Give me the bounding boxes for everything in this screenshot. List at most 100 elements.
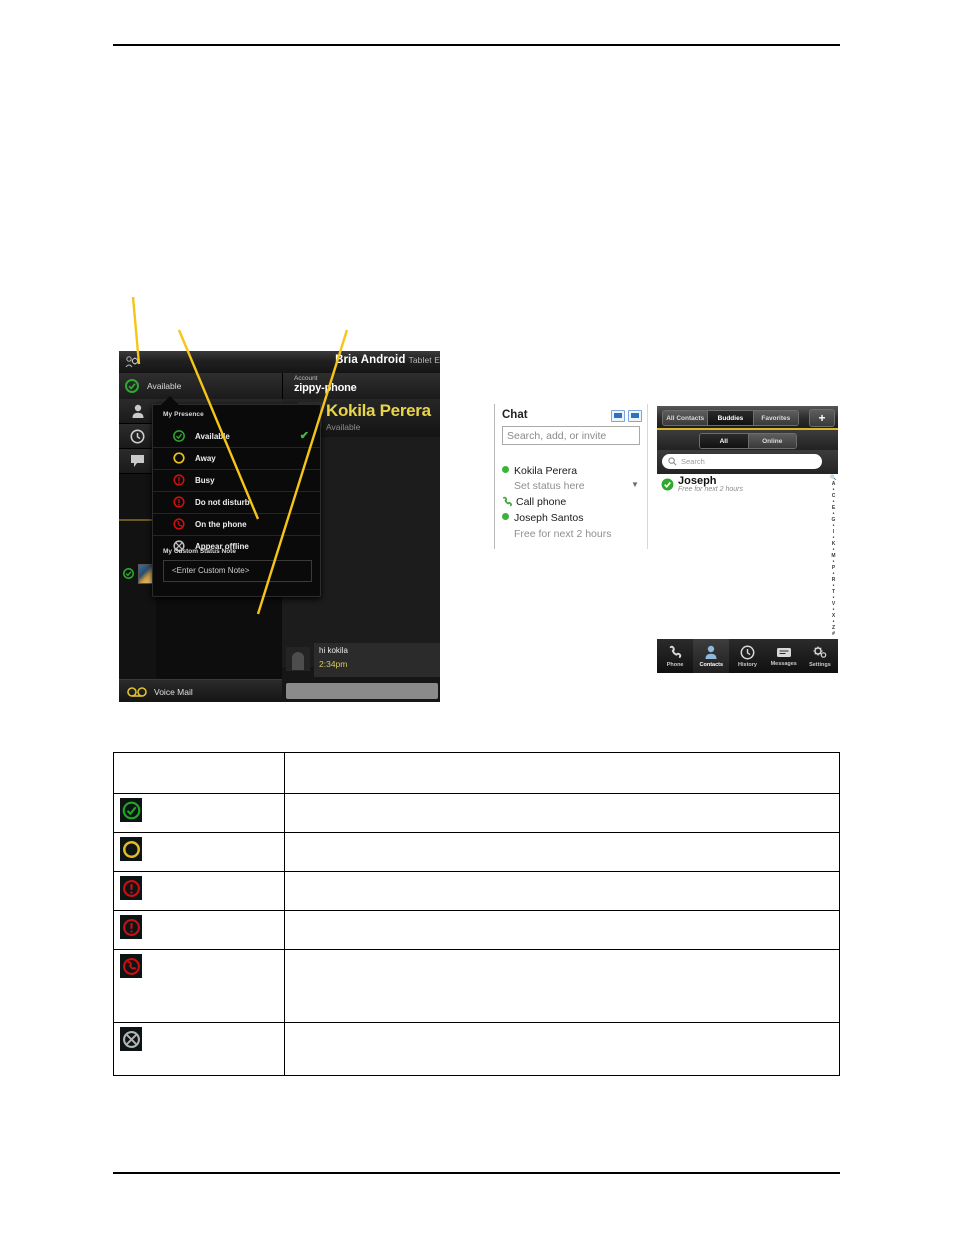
list-item xyxy=(657,495,828,517)
search-icon xyxy=(668,457,677,466)
avatar xyxy=(286,647,310,671)
android-tablet-screenshot: Bria Android Tablet E Available Account z… xyxy=(119,351,440,702)
presence-menu-heading: My Presence xyxy=(163,411,204,418)
tab-favorites[interactable]: Favorites xyxy=(753,411,798,425)
alpha-index-entry[interactable]: # xyxy=(832,631,835,637)
clock-icon xyxy=(740,645,755,659)
busy-red-exclam-icon xyxy=(120,876,142,900)
account-kicker-label: Account xyxy=(294,375,318,382)
table-header-icon-cell xyxy=(113,752,285,794)
presence-dropdown-menu: My Presence Available ✔ Away Busy Do not… xyxy=(152,396,321,597)
rail-contact-entry[interactable] xyxy=(119,559,156,585)
menu-item-do-not-disturb[interactable]: Do not disturb xyxy=(153,491,320,514)
tab-label: Phone xyxy=(666,661,684,668)
list-item[interactable]: Joseph Free for next 2 hours xyxy=(657,474,828,496)
list-item xyxy=(657,600,828,622)
custom-status-note-input[interactable]: <Enter Custom Note> xyxy=(163,560,312,582)
conversation-contact-status: Available xyxy=(326,422,361,432)
chat-contact-status: Free for next 2 hours xyxy=(514,528,612,540)
contacts-segmented-control: All Contacts Buddies Favorites xyxy=(662,410,799,426)
chat-dropdown-button[interactable] xyxy=(611,410,625,422)
legend-desc-cell xyxy=(284,793,840,833)
tab-contacts[interactable]: Contacts xyxy=(693,639,730,673)
tab-phone[interactable]: Phone xyxy=(657,639,693,673)
legend-desc-cell xyxy=(284,949,840,1023)
table-row xyxy=(113,910,840,950)
filter-online[interactable]: Online xyxy=(748,434,796,448)
add-contact-button[interactable]: + xyxy=(809,409,835,427)
available-green-check-icon xyxy=(120,798,142,822)
sidebar-item-messages[interactable] xyxy=(119,449,156,474)
chat-search-placeholder: Search, add, or invite xyxy=(507,430,607,442)
phone-filter-bar: All Online xyxy=(657,430,838,450)
available-green-check-icon xyxy=(123,568,134,579)
search-placeholder: Search xyxy=(681,457,705,466)
chat-bubble-icon xyxy=(776,647,791,657)
conversation-contact-name: Kokila Perera xyxy=(326,401,431,420)
contacts-list: Joseph Free for next 2 hours xyxy=(657,474,838,643)
tablet-account-strip[interactable]: Account zippy-phone xyxy=(282,373,440,400)
menu-item-away[interactable]: Away xyxy=(153,447,320,470)
legend-icon-cell xyxy=(113,832,285,872)
menu-item-busy[interactable]: Busy xyxy=(153,469,320,492)
chat-minimize-button[interactable] xyxy=(628,410,642,422)
chevron-down-icon[interactable]: ▼ xyxy=(631,480,639,489)
menu-item-label: On the phone xyxy=(195,520,247,529)
alphabet-index[interactable]: 🔍 A • C • E • G • I • K • M • P • R • T • V • X • Z # xyxy=(829,474,838,639)
legend-icon-cell xyxy=(113,1022,285,1076)
tab-settings[interactable]: Settings xyxy=(802,639,838,673)
on-the-phone-red-icon xyxy=(120,954,142,978)
person-icon xyxy=(132,404,143,418)
voicemail-bar[interactable]: Voice Mail xyxy=(119,679,282,702)
account-name-label: zippy-phone xyxy=(294,382,357,394)
tab-buddies[interactable]: Buddies xyxy=(708,411,754,425)
contact-status: Free for next 2 hours xyxy=(678,486,743,493)
chat-contact-name: Joseph Santos xyxy=(514,512,584,524)
gear-people-icon[interactable] xyxy=(125,355,141,369)
tab-all-contacts[interactable]: All Contacts xyxy=(663,411,709,425)
minimize-icon xyxy=(631,413,639,418)
phone-tab-bar: Phone Contacts History Messages Settings xyxy=(657,639,838,673)
table-row xyxy=(113,832,840,872)
menu-item-on-the-phone[interactable]: On the phone xyxy=(153,513,320,536)
selected-check-icon: ✔ xyxy=(299,430,309,442)
chevron-down-icon xyxy=(614,413,622,418)
mobile-contacts-screenshot: All Contacts Buddies Favorites + All Onl… xyxy=(657,406,838,673)
table-row xyxy=(113,949,840,1023)
tablet-presence-strip[interactable]: Available xyxy=(119,373,282,400)
table-row xyxy=(113,1022,840,1076)
legend-desc-cell xyxy=(284,910,840,950)
menu-pointer-arrow xyxy=(161,396,179,405)
list-item xyxy=(657,537,828,559)
legend-icon-cell xyxy=(113,910,285,950)
phone-handset-icon xyxy=(669,645,681,658)
filter-all[interactable]: All xyxy=(700,434,749,448)
table-header-row xyxy=(113,752,840,794)
busy-red-exclam-icon xyxy=(173,474,185,486)
sidebar-item-contacts[interactable] xyxy=(119,399,156,424)
sidebar-item-history[interactable] xyxy=(119,424,156,449)
tab-label: Messages xyxy=(770,660,797,667)
voicemail-icon xyxy=(127,687,147,697)
custom-status-note-heading: My Custom Status Note xyxy=(163,548,236,555)
dnd-red-exclam-icon xyxy=(173,496,185,508)
menu-item-label: Away xyxy=(195,454,216,463)
chat-contact-joseph-status: Free for next 2 hours xyxy=(514,524,611,542)
presence-status-label: Available xyxy=(147,381,182,391)
legend-icon-cell xyxy=(113,793,285,833)
tab-history[interactable]: History xyxy=(729,639,765,673)
gear-icon xyxy=(813,646,827,658)
custom-status-note-placeholder: <Enter Custom Note> xyxy=(172,566,250,575)
chat-panel-title: Chat xyxy=(502,409,528,421)
search-input[interactable]: Search xyxy=(662,454,822,469)
chat-compose-input[interactable] xyxy=(286,683,438,699)
chat-message-text: hi kokila xyxy=(319,646,348,655)
phone-search-bar: Search xyxy=(657,450,838,474)
chat-search-input[interactable]: Search, add, or invite xyxy=(502,426,640,445)
menu-item-available[interactable]: Available ✔ xyxy=(153,425,320,448)
tab-messages[interactable]: Messages xyxy=(766,639,802,673)
table-row xyxy=(113,871,840,911)
chat-contact-status: Set status here xyxy=(514,480,585,492)
chat-call-phone-label: Call phone xyxy=(516,496,567,508)
list-item xyxy=(657,558,828,580)
